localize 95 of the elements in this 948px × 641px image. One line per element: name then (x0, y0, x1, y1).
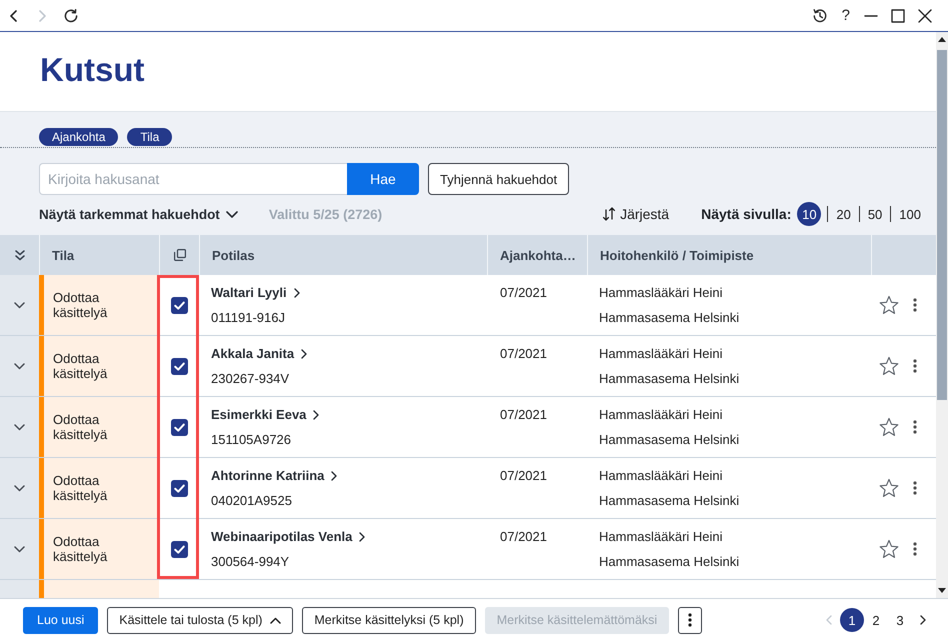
help-button[interactable]: ? (840, 6, 851, 24)
scroll-down-icon[interactable] (938, 588, 946, 593)
search-button[interactable]: Hae (347, 163, 419, 195)
kebab-icon[interactable] (913, 542, 917, 556)
selection-count: Valittu 5/25 (2726) (268, 206, 382, 222)
row-checkbox[interactable] (170, 480, 188, 496)
kebab-icon[interactable] (913, 359, 917, 373)
patient-id: 300564-994Y (211, 553, 290, 571)
chevron-down-icon[interactable] (14, 362, 25, 370)
patient-link[interactable]: Esimerkki Eeva (211, 406, 320, 424)
filter-chip[interactable]: Ajankohta (39, 128, 118, 146)
chevron-down-icon[interactable] (14, 424, 25, 430)
star-icon[interactable] (879, 478, 899, 498)
more-button[interactable] (678, 606, 702, 634)
clinic-name: Hammasasema Helsinki (599, 492, 740, 510)
date-text: 07/2021 (500, 345, 547, 363)
column-header[interactable]: Ajankohta… (500, 248, 576, 262)
kebab-icon (688, 613, 692, 627)
chevron-down-icon[interactable] (14, 302, 25, 308)
chevron-up-icon (270, 616, 282, 624)
status-text: Odottaa käsittelyä (53, 351, 108, 381)
expand-all-icon[interactable] (14, 250, 24, 260)
chevron-right-icon (294, 288, 300, 298)
date-text: 07/2021 (500, 284, 547, 302)
action-button[interactable]: Merkitse käsittelyksi (5 kpl) (302, 606, 476, 634)
patient-id: 230267-934V (211, 370, 290, 388)
chevron-right-icon (359, 532, 366, 542)
column-header[interactable]: Tila (52, 248, 74, 262)
status-text: Odottaa käsittelyä (53, 534, 108, 564)
page-number[interactable]: 1 (840, 608, 864, 632)
sort-button[interactable]: Järjestä (602, 206, 670, 222)
status-text: Odottaa käsittelyä (53, 473, 108, 503)
chevron-down-icon[interactable] (14, 484, 25, 492)
scrollbar-thumb[interactable] (937, 50, 947, 400)
kebab-icon[interactable] (913, 420, 917, 434)
row-checkbox[interactable] (170, 358, 188, 374)
page-size-label: Näytä sivulla: (701, 206, 792, 222)
staff-name: Hammaslääkäri Heini (599, 467, 723, 485)
chevron-right-icon (301, 349, 308, 359)
page-size-option[interactable]: 10 (797, 202, 822, 226)
menu-button[interactable]: Käsittele tai tulosta (5 kpl) (107, 606, 294, 634)
reload-icon[interactable] (64, 8, 78, 22)
clinic-name: Hammasasema Helsinki (599, 309, 740, 327)
page-number[interactable]: 3 (888, 608, 912, 632)
create-button[interactable]: Luo uusi (23, 606, 98, 634)
page-number[interactable]: 2 (864, 608, 888, 632)
star-icon[interactable] (879, 539, 899, 559)
advanced-search-toggle[interactable]: Näytä tarkemmat hakuehdot (39, 206, 238, 222)
patient-link[interactable]: Waltari Lyyli (211, 284, 300, 302)
staff-name: Hammaslääkäri Heini (599, 284, 723, 302)
chevron-right-icon (331, 471, 338, 481)
clinic-name: Hammasasema Helsinki (599, 431, 740, 449)
kebab-icon[interactable] (913, 298, 917, 312)
patient-link[interactable]: Webinaaripotilas Venla (211, 528, 366, 546)
page-title: Kutsut (40, 50, 144, 90)
kebab-icon[interactable] (913, 481, 917, 495)
filter-chip[interactable]: Tila (127, 128, 172, 146)
page-size-option[interactable]: 50 (866, 202, 884, 226)
star-icon[interactable] (879, 295, 899, 315)
row-checkbox[interactable] (170, 540, 188, 558)
column-header[interactable]: Potilas (212, 248, 255, 262)
status-text: Odottaa käsittelyä (53, 412, 108, 442)
page-size-option[interactable]: 100 (897, 202, 923, 226)
chevron-right-icon (313, 410, 320, 420)
patient-link[interactable]: Akkala Janita (211, 345, 308, 363)
status-text: Odottaa käsittelyä (53, 290, 108, 320)
history-icon[interactable] (812, 8, 828, 24)
clear-search-button[interactable]: Tyhjennä hakuehdot (428, 163, 570, 195)
scroll-up-icon[interactable] (938, 37, 946, 42)
patient-id: 011191-916J (211, 309, 285, 327)
chevron-down-icon (226, 210, 238, 218)
page-size-option[interactable]: 20 (834, 202, 853, 226)
search-field[interactable]: Kirjoita hakusanat (39, 163, 347, 195)
date-text: 07/2021 (500, 528, 547, 546)
sort-icon (602, 207, 616, 221)
close-icon[interactable] (918, 8, 932, 22)
date-text: 07/2021 (500, 467, 547, 485)
next-page-icon[interactable] (920, 615, 926, 625)
patient-link[interactable]: Ahtorinne Katriina (211, 467, 338, 485)
staff-name: Hammaslääkäri Heini (599, 528, 723, 546)
star-icon[interactable] (879, 417, 899, 437)
copy-icon[interactable] (174, 249, 186, 261)
clinic-name: Hammasasema Helsinki (599, 370, 740, 388)
staff-name: Hammaslääkäri Heini (599, 406, 723, 424)
date-text: 07/2021 (500, 406, 547, 424)
star-icon[interactable] (879, 356, 899, 376)
column-header[interactable]: Hoitohenkilö / Toimipiste (600, 248, 754, 262)
chevron-down-icon[interactable] (14, 546, 25, 552)
row-checkbox[interactable] (170, 418, 188, 436)
staff-name: Hammaslääkäri Heini (599, 345, 723, 363)
patient-id: 151105A9726 (211, 431, 292, 449)
patient-id: 040201A9525 (211, 492, 292, 510)
maximize-icon[interactable] (891, 8, 905, 22)
row-checkbox[interactable] (170, 296, 188, 314)
clinic-name: Hammasasema Helsinki (599, 553, 740, 571)
